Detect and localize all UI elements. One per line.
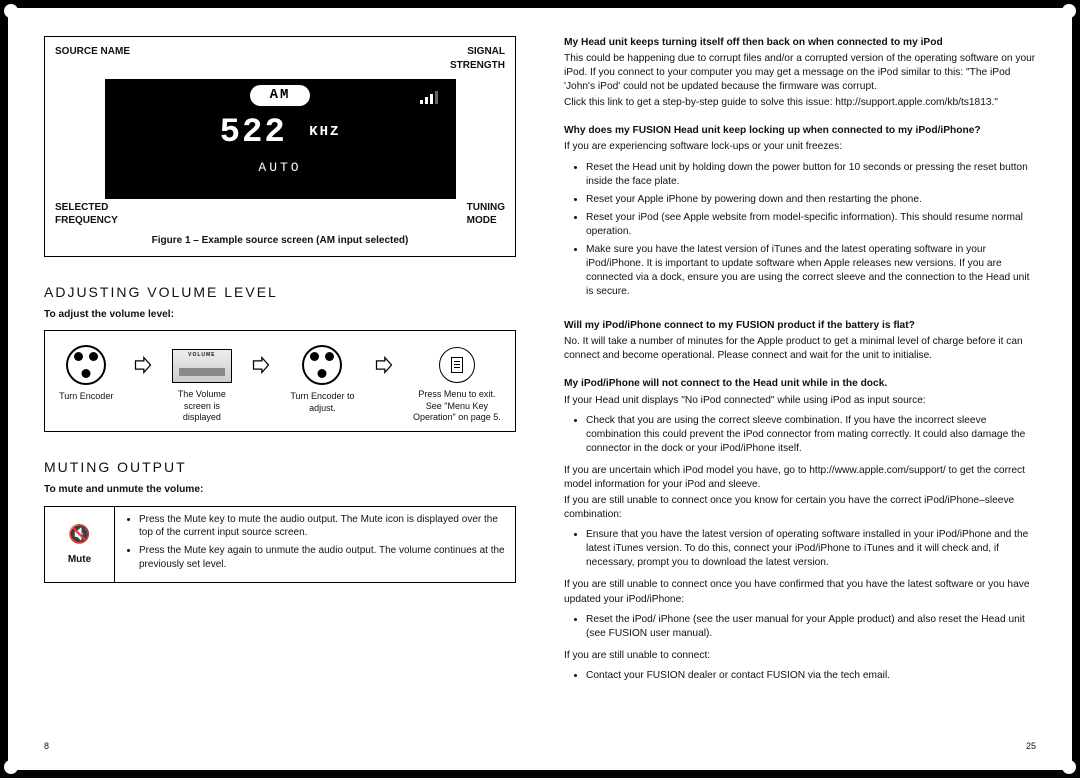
encoder-icon xyxy=(66,345,106,385)
section-title-adjusting-volume: ADJUSTING VOLUME LEVEL xyxy=(44,283,516,302)
faq-text: If you are still unable to connect: xyxy=(564,649,1036,663)
mute-table: 🔇 Mute Press the Mute key to mute the au… xyxy=(44,506,516,583)
mute-key-label: Mute xyxy=(68,553,91,567)
faq-text: This could be happening due to corrupt f… xyxy=(564,52,1036,94)
arrow-icon xyxy=(373,345,395,385)
mute-subhead: To mute and unmute the volume: xyxy=(44,483,516,497)
faq-question: Why does my FUSION Head unit keep lockin… xyxy=(564,124,1036,138)
left-page: SOURCE NAME SIGNAL STRENGTH AM 522 KHZ A… xyxy=(44,36,516,752)
crop-mark-icon xyxy=(4,4,18,18)
encoder-icon xyxy=(302,345,342,385)
faq-text: Click this link to get a step-by-step gu… xyxy=(564,96,1036,110)
mute-icon: 🔇 xyxy=(68,522,90,547)
faq-question: My Head unit keeps turning itself off th… xyxy=(564,36,1036,50)
volume-step-3: Turn Encoder to adjust. xyxy=(290,345,354,414)
label-signal-strength-2: STRENGTH xyxy=(450,59,505,73)
faq-bullet: Reset your Apple iPhone by powering down… xyxy=(586,193,1036,207)
page-background: SOURCE NAME SIGNAL STRENGTH AM 522 KHZ A… xyxy=(0,0,1080,778)
section-title-muting-output: MUTING OUTPUT xyxy=(44,458,516,477)
arrow-icon xyxy=(132,345,154,385)
menu-button-icon xyxy=(439,347,475,383)
crop-mark-icon xyxy=(4,760,18,774)
page-number-left: 8 xyxy=(44,740,516,752)
label-source-name: SOURCE NAME xyxy=(55,45,130,73)
label-selected-freq-2: FREQUENCY xyxy=(55,214,118,228)
screen-mode: AUTO xyxy=(105,159,456,177)
volume-step-2: VOLUME The Volume screen is displayed xyxy=(172,345,232,423)
device-screen: AM 522 KHZ AUTO xyxy=(105,79,456,199)
adjust-subhead: To adjust the volume level: xyxy=(44,308,516,322)
faq-bullet: Reset the iPod/ iPhone (see the user man… xyxy=(586,613,1036,641)
label-tuning-mode-2: MODE xyxy=(467,214,505,228)
faq-text: If you are still unable to connect once … xyxy=(564,494,1036,522)
faq-text: If you are uncertain which iPod model yo… xyxy=(564,464,1036,492)
screen-frequency: 522 KHZ xyxy=(105,110,456,157)
page-number-right: 25 xyxy=(564,740,1036,752)
faq-question: Will my iPod/iPhone connect to my FUSION… xyxy=(564,319,1036,333)
arrow-icon xyxy=(250,345,272,385)
faq-bullet: Ensure that you have the latest version … xyxy=(586,528,1036,570)
crop-mark-icon xyxy=(1062,760,1076,774)
volume-step-1: Turn Encoder xyxy=(59,345,113,402)
crop-mark-icon xyxy=(1062,4,1076,18)
faq-bullet: Check that you are using the correct sle… xyxy=(586,414,1036,456)
figure-1-panel: SOURCE NAME SIGNAL STRENGTH AM 522 KHZ A… xyxy=(44,36,516,257)
faq-bullet: Reset the Head unit by holding down the … xyxy=(586,161,1036,189)
label-signal-strength-1: SIGNAL xyxy=(450,45,505,59)
volume-screen-icon: VOLUME xyxy=(172,349,232,383)
label-tuning-mode-1: TUNING xyxy=(467,201,505,215)
mute-bullet: Press the Mute key to mute the audio out… xyxy=(139,513,505,541)
page-spread: SOURCE NAME SIGNAL STRENGTH AM 522 KHZ A… xyxy=(8,8,1072,770)
faq-bullet: Reset your iPod (see Apple website from … xyxy=(586,211,1036,239)
faq-text: If you are still unable to connect once … xyxy=(564,578,1036,606)
screen-band: AM xyxy=(250,85,311,106)
faq-bullet: Make sure you have the latest version of… xyxy=(586,243,1036,299)
volume-step-4: Press Menu to exit. See "Menu Key Operat… xyxy=(413,345,501,423)
mute-key-cell: 🔇 Mute xyxy=(45,507,115,582)
signal-bars-icon xyxy=(420,91,438,104)
figure-1-caption: Figure 1 – Example source screen (AM inp… xyxy=(55,234,505,248)
mute-bullet: Press the Mute key again to unmute the a… xyxy=(139,544,505,572)
right-page: My Head unit keeps turning itself off th… xyxy=(564,36,1036,752)
faq-text: If you are experiencing software lock-up… xyxy=(564,140,1036,154)
volume-steps-panel: Turn Encoder VOLUME The Volume screen is… xyxy=(44,330,516,432)
faq-text: If your Head unit displays "No iPod conn… xyxy=(564,394,1036,408)
faq-question: My iPod/iPhone will not connect to the H… xyxy=(564,377,1036,391)
faq-text: No. It will take a number of minutes for… xyxy=(564,335,1036,363)
label-selected-freq-1: SELECTED xyxy=(55,201,118,215)
mute-desc-cell: Press the Mute key to mute the audio out… xyxy=(115,507,515,582)
faq-bullet: Contact your FUSION dealer or contact FU… xyxy=(586,669,1036,683)
